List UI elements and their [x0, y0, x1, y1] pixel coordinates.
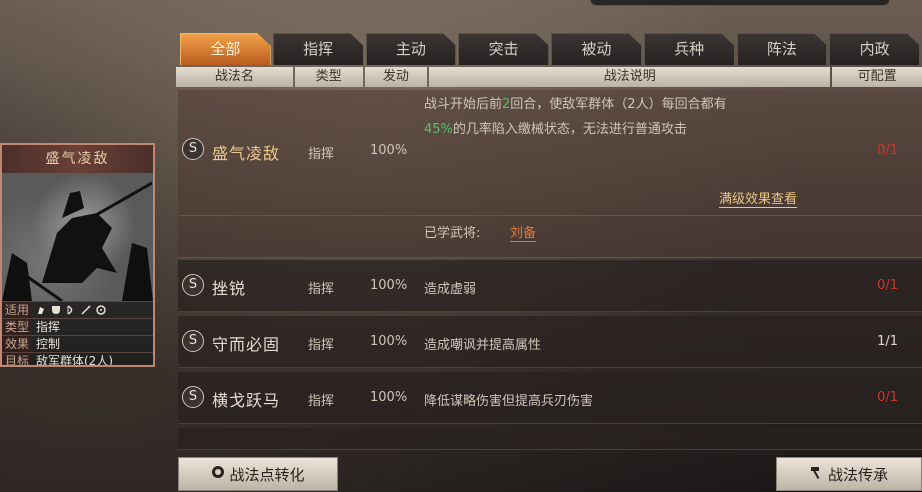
- card-artwork: [2, 173, 153, 301]
- tab-active[interactable]: 主动: [365, 33, 457, 65]
- top-bar-edge: [590, 0, 890, 6]
- tab-troop[interactable]: 兵种: [643, 33, 735, 65]
- full-effect-link[interactable]: 满级效果查看: [719, 188, 798, 208]
- skill-description: 降低谋略伤害但提高兵刃伤害: [424, 394, 594, 409]
- skill-type: 指挥: [308, 338, 335, 353]
- skill-description: 战斗开始后前2回合，使敌军群体（2人）每回合都有 45%的几率陷入缴械状态，无法…: [424, 97, 727, 137]
- table-row[interactable]: S 挫锐 指挥 100% 造成虚弱 0/1: [178, 260, 922, 312]
- skill-name: 盛气凌敌: [212, 144, 281, 163]
- tab-passive[interactable]: 被动: [551, 33, 642, 65]
- s-rank-badge: S: [182, 330, 204, 352]
- table-row[interactable]: S 横戈跃马 指挥 100% 降低谋略伤害但提高兵刃伤害 0/1: [178, 372, 922, 424]
- skill-type: 指挥: [308, 147, 335, 162]
- card-info: 适用 类型 指挥 效果 控制 目标 敌军群体(2人): [2, 301, 153, 365]
- card-row-effect: 效果 控制: [2, 335, 153, 352]
- tab-command[interactable]: 指挥: [272, 33, 364, 65]
- skill-description: 造成嘲讽并提高属性: [424, 338, 542, 353]
- s-rank-badge: S: [182, 386, 204, 408]
- tab-all[interactable]: 全部: [180, 33, 271, 65]
- tab-internal[interactable]: 内政: [829, 33, 920, 65]
- skill-description: 造成虚弱: [424, 282, 477, 297]
- table-row[interactable]: S 守而必固 指挥 100% 造成嘲讽并提高属性 1/1: [178, 316, 922, 368]
- skill-type: 指挥: [308, 282, 335, 297]
- skill-inherit-button[interactable]: 战法传承: [776, 457, 922, 491]
- tab-assault[interactable]: 突击: [458, 33, 549, 65]
- spear-icon: [81, 305, 91, 315]
- skill-rate: 100%: [370, 143, 408, 158]
- s-rank-badge: S: [182, 138, 204, 160]
- card-title: 盛气凌敌: [2, 145, 153, 173]
- config-count: 0/1: [877, 390, 898, 405]
- skill-name: 挫锐: [212, 279, 247, 298]
- header-rate[interactable]: 发动: [364, 67, 428, 87]
- card-row-type: 类型 指挥: [2, 318, 153, 335]
- cavalry-icon: [38, 307, 44, 314]
- tab-formation[interactable]: 阵法: [736, 33, 828, 65]
- bow-icon: [67, 305, 73, 315]
- header-name[interactable]: 战法名: [176, 67, 293, 87]
- skill-rate: 100%: [370, 390, 408, 405]
- skill-card: 盛气凌敌 适用 类型 指挥 效果 控制 目标 敌军群体(2人): [0, 143, 155, 367]
- category-tabs: 全部 指挥 主动 突击 被动 兵种 阵法 内政: [180, 33, 922, 66]
- table-row-partial[interactable]: [178, 428, 922, 450]
- config-count: 0/1: [877, 143, 898, 158]
- card-row-applicable: 适用: [2, 301, 153, 318]
- header-config[interactable]: 可配置: [832, 67, 922, 87]
- chariot-icon: [96, 305, 106, 315]
- convert-points-button[interactable]: 战法点转化: [178, 457, 338, 491]
- skill-name: 横戈跃马: [212, 391, 281, 410]
- learned-label: 已学武将:: [424, 226, 481, 241]
- table-row-expanded[interactable]: S 盛气凌敌 指挥 100% 战斗开始后前2回合，使敌军群体（2人）每回合都有 …: [178, 90, 922, 258]
- skill-type: 指挥: [308, 394, 335, 409]
- learned-general[interactable]: 刘备: [510, 222, 537, 242]
- header-desc: 战法说明: [429, 67, 831, 87]
- card-row-target: 目标 敌军群体(2人): [2, 352, 153, 365]
- config-count: 0/1: [877, 278, 898, 293]
- skill-rate: 100%: [370, 334, 408, 349]
- divider: [178, 215, 922, 216]
- skill-rate: 100%: [370, 278, 408, 293]
- config-count: 1/1: [877, 334, 898, 349]
- coin-icon: [211, 465, 225, 483]
- skill-list[interactable]: S 盛气凌敌 指挥 100% 战斗开始后前2回合，使敌军群体（2人）每回合都有 …: [178, 90, 922, 450]
- header-type[interactable]: 类型: [294, 67, 363, 87]
- table-header: 战法名 类型 发动 战法说明 可配置: [176, 67, 922, 87]
- s-rank-badge: S: [182, 274, 204, 296]
- hammer-icon: [810, 465, 824, 483]
- skill-name: 守而必固: [212, 335, 281, 354]
- shield-icon: [52, 306, 60, 314]
